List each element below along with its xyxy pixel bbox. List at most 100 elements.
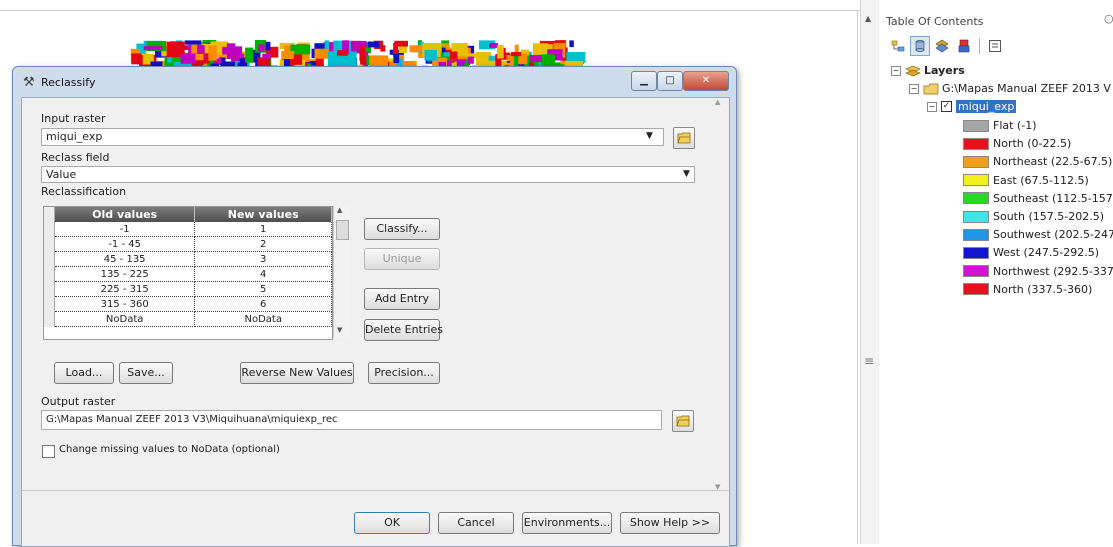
unique-button[interactable]: Unique (364, 248, 440, 270)
row-selector[interactable] (44, 237, 55, 252)
panel-splitter[interactable]: ▲ ≡ (860, 0, 880, 544)
browse-input-button[interactable] (673, 127, 695, 149)
table-row[interactable]: 315 - 360 6 (44, 297, 332, 312)
new-value-cell[interactable]: 3 (195, 252, 332, 267)
legend-item[interactable]: Southeast (112.5-157.5) (963, 192, 1113, 205)
collapse-icon[interactable]: − (927, 101, 937, 112)
table-row[interactable]: -1 1 (44, 222, 332, 237)
new-value-cell[interactable]: 6 (195, 297, 332, 312)
old-value-cell[interactable]: 225 - 315 (54, 282, 196, 297)
layer-name[interactable]: miqui_exp (956, 100, 1017, 113)
options-icon[interactable] (985, 36, 1005, 56)
collapse-icon[interactable]: − (909, 83, 919, 94)
old-value-cell[interactable]: 135 - 225 (54, 267, 196, 282)
minimize-button[interactable]: ▁ (631, 71, 657, 91)
legend-swatch[interactable] (963, 155, 989, 168)
legend-item[interactable]: Northwest (292.5-337.5) (963, 265, 1113, 278)
legend-label: Northwest (292.5-337.5) (993, 264, 1113, 278)
list-by-source-icon[interactable] (910, 36, 930, 56)
browse-output-button[interactable] (672, 410, 694, 432)
legend-item[interactable]: East (67.5-112.5) (963, 174, 1089, 187)
scroll-up-icon[interactable]: ▲ (337, 206, 342, 214)
old-value-cell[interactable]: 45 - 135 (54, 252, 196, 267)
row-selector[interactable] (44, 282, 55, 297)
close-icon[interactable]: ○ (1104, 12, 1113, 25)
legend-swatch[interactable] (963, 192, 989, 205)
group-layer-node[interactable]: − G:\Mapas Manual ZEEF 2013 V (909, 82, 1111, 95)
chevron-down-icon[interactable]: ▼ (646, 131, 653, 141)
legend-item[interactable]: Southwest (202.5-247.5) (963, 228, 1113, 241)
legend-swatch[interactable] (963, 246, 989, 259)
new-values-header[interactable]: New values (195, 207, 332, 222)
new-value-cell[interactable]: 1 (195, 222, 332, 237)
legend-swatch[interactable] (963, 283, 989, 296)
old-value-cell[interactable]: NoData (54, 312, 196, 327)
list-by-selection-icon[interactable] (954, 36, 974, 56)
new-value-cell[interactable]: 2 (195, 237, 332, 252)
row-selector[interactable] (44, 252, 55, 267)
legend-item[interactable]: North (0-22.5) (963, 137, 1071, 150)
splitter-grip-icon[interactable]: ≡ (864, 354, 874, 368)
missing-values-checkbox[interactable] (42, 445, 55, 458)
collapse-icon[interactable]: − (891, 65, 901, 76)
legend-item[interactable]: South (157.5-202.5) (963, 210, 1104, 223)
reclass-field-combobox[interactable]: Value (41, 166, 695, 183)
row-selector[interactable] (44, 222, 55, 237)
close-button[interactable]: ✕ (683, 71, 729, 91)
legend-item[interactable]: West (247.5-292.5) (963, 246, 1099, 259)
legend-swatch[interactable] (963, 119, 989, 132)
row-selector[interactable] (44, 267, 55, 282)
table-row[interactable]: NoData NoData (44, 312, 332, 327)
ok-button[interactable]: OK (354, 512, 430, 534)
scrollbar-thumb[interactable] (336, 220, 349, 240)
table-row[interactable]: 45 - 135 3 (44, 252, 332, 267)
old-value-cell[interactable]: 315 - 360 (54, 297, 196, 312)
legend-swatch[interactable] (963, 210, 989, 223)
save-button[interactable]: Save... (119, 362, 173, 384)
legend-item[interactable]: North (337.5-360) (963, 283, 1092, 296)
maximize-button[interactable]: □ (657, 71, 683, 91)
old-value-cell[interactable]: -1 (54, 222, 196, 237)
new-value-cell[interactable]: 4 (195, 267, 332, 282)
scroll-up-icon[interactable]: ▲ (865, 14, 871, 23)
row-selector[interactable] (44, 297, 55, 312)
environments-button[interactable]: Environments... (522, 512, 612, 534)
new-value-cell[interactable]: NoData (195, 312, 332, 327)
layer-visibility-checkbox[interactable]: ✓ (941, 101, 952, 112)
add-entry-button[interactable]: Add Entry (364, 288, 440, 310)
reclass-table[interactable]: Old values New values -1 1 -1 - 45 2 45 - 13… (43, 206, 333, 340)
chevron-down-icon[interactable]: ▼ (683, 169, 690, 179)
old-values-header[interactable]: Old values (54, 207, 196, 222)
classify-button[interactable]: Classify... (364, 218, 440, 240)
legend-label: North (0-22.5) (993, 137, 1072, 151)
raster-layer-node[interactable]: − ✓ miqui_exp (927, 100, 1017, 113)
row-selector[interactable] (44, 312, 55, 327)
output-raster-field[interactable]: G:\Mapas Manual ZEEF 2013 V3\Miquihuana\… (41, 410, 662, 430)
legend-item[interactable]: Flat (-1) (963, 119, 1036, 132)
scroll-down-icon[interactable]: ▼ (337, 326, 342, 334)
reverse-new-values-button[interactable]: Reverse New Values (240, 362, 354, 384)
old-value-cell[interactable]: -1 - 45 (54, 237, 196, 252)
legend-swatch[interactable] (963, 137, 989, 150)
legend-swatch[interactable] (963, 228, 989, 241)
new-value-cell[interactable]: 5 (195, 282, 332, 297)
show-help-button[interactable]: Show Help >> (620, 512, 720, 534)
raster-pixel (195, 53, 204, 61)
cancel-button[interactable]: Cancel (438, 512, 514, 534)
list-by-visibility-icon[interactable] (932, 36, 952, 56)
layers-node[interactable]: − Layers (891, 64, 965, 77)
table-scrollbar[interactable]: ▲ ▼ (333, 206, 350, 338)
input-raster-combobox[interactable]: miqui_exp (41, 128, 664, 146)
list-by-drawing-order-icon[interactable] (888, 36, 908, 56)
legend-item[interactable]: Northeast (22.5-67.5) (963, 155, 1112, 168)
delete-entries-button[interactable]: Delete Entries (364, 319, 443, 341)
table-row[interactable]: 135 - 225 4 (44, 267, 332, 282)
table-row[interactable]: -1 - 45 2 (44, 237, 332, 252)
table-row[interactable]: 225 - 315 5 (44, 282, 332, 297)
precision-button[interactable]: Precision... (368, 362, 440, 384)
load-button[interactable]: Load... (54, 362, 114, 384)
legend-swatch[interactable] (963, 174, 989, 187)
dialog-titlebar[interactable]: ⚒ Reclassify ▁ □ ✕ (13, 67, 736, 97)
hammer-tool-icon: ⚒ (23, 75, 35, 90)
legend-swatch[interactable] (963, 265, 989, 278)
